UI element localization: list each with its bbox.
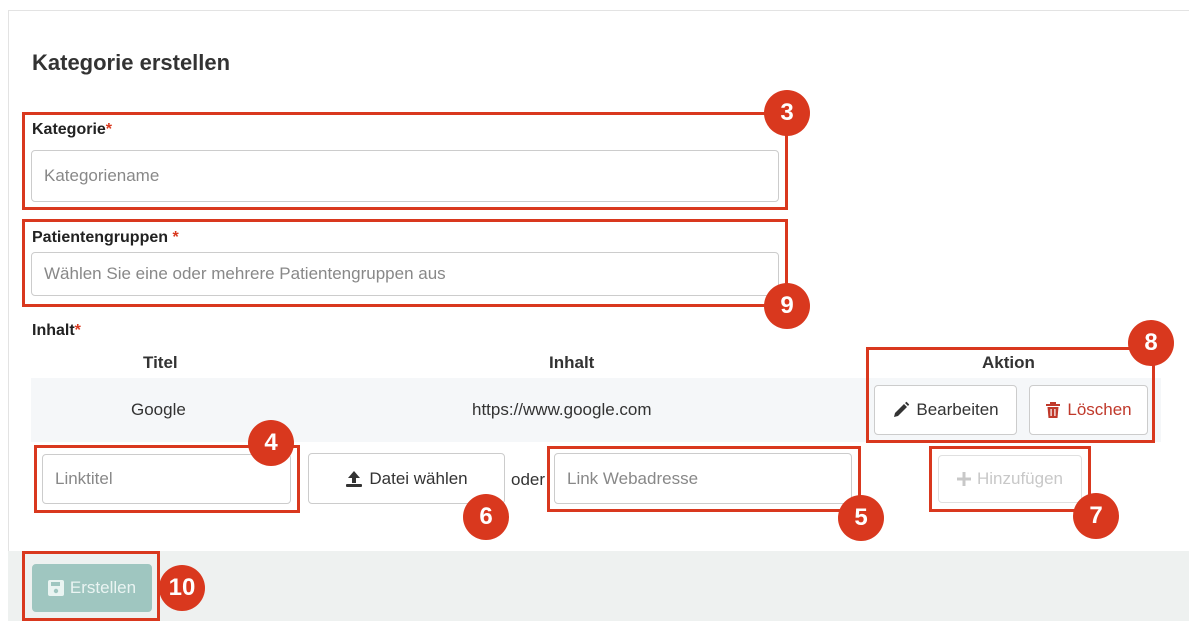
choose-file-label: Datei wählen	[369, 468, 468, 488]
column-header-inhalt: Inhalt	[549, 353, 595, 372]
highlight-kategorie	[22, 112, 788, 210]
highlight-actions	[866, 347, 1155, 443]
callout-badge: 5	[838, 495, 884, 541]
row-titel-cell: Google	[131, 400, 186, 419]
callout-badge: 4	[248, 420, 294, 466]
upload-icon	[345, 470, 363, 488]
callout-badge: 6	[463, 494, 509, 540]
callout-badge: 7	[1073, 493, 1119, 539]
column-header-titel: Titel	[143, 353, 178, 372]
inhalt-label: Inhalt*	[32, 322, 81, 340]
row-inhalt-cell: https://www.google.com	[472, 400, 652, 419]
callout-badge: 3	[764, 90, 810, 136]
highlight-link-url	[547, 446, 861, 512]
highlight-create	[22, 551, 160, 621]
callout-badge: 8	[1128, 320, 1174, 366]
form-card	[8, 10, 1189, 621]
callout-badge: 9	[764, 283, 810, 329]
page-title: Kategorie erstellen	[32, 50, 231, 75]
highlight-add	[929, 446, 1091, 512]
inhalt-label-text: Inhalt	[32, 322, 75, 339]
required-mark: *	[74, 322, 81, 339]
highlight-patientengruppen	[22, 219, 788, 307]
callout-badge: 10	[159, 565, 205, 611]
or-text: oder	[511, 470, 546, 489]
